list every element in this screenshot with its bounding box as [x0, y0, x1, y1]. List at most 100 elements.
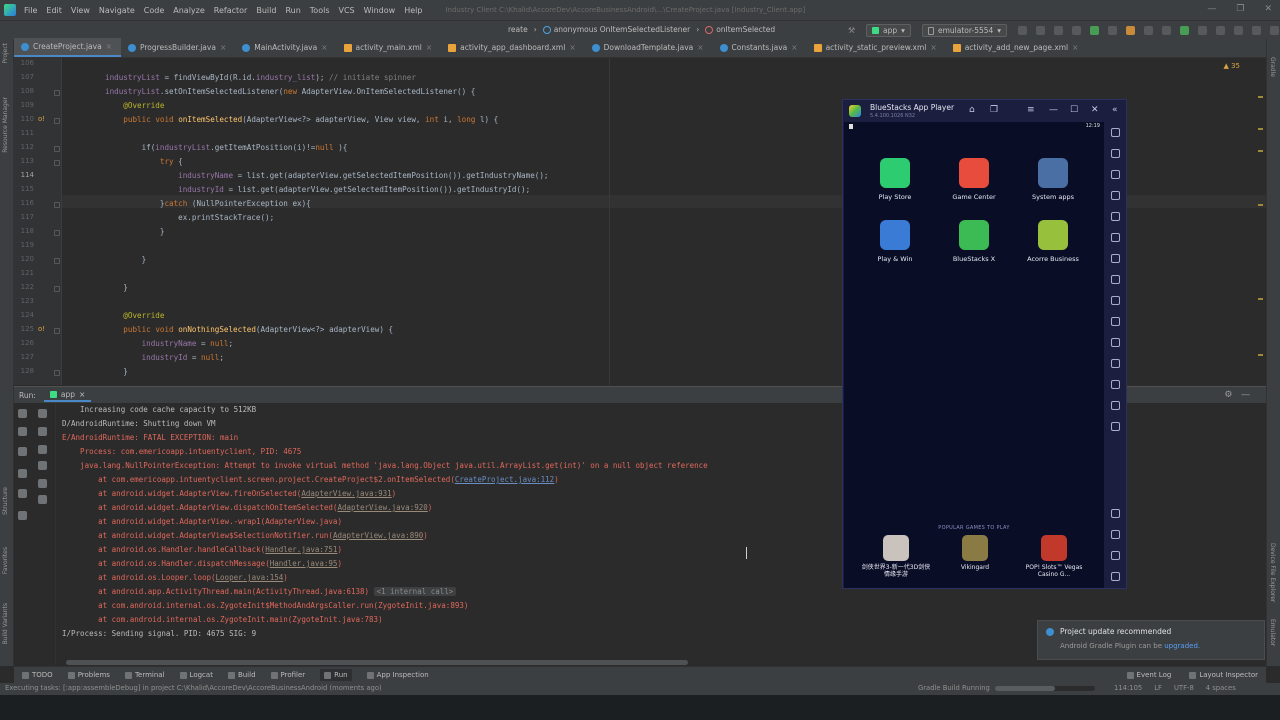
maximize-icon[interactable]: ☐	[1070, 105, 1078, 115]
menu-edit[interactable]: Edit	[46, 6, 62, 15]
run-icon[interactable]	[1018, 26, 1027, 35]
stop-icon[interactable]	[18, 447, 27, 456]
trash-icon[interactable]	[38, 495, 47, 504]
profile-icon[interactable]	[1198, 26, 1207, 35]
error-stripe-mark[interactable]	[1258, 298, 1263, 300]
eco-mode-icon[interactable]	[1111, 359, 1120, 368]
app-shortcut[interactable]: Play Store	[863, 158, 927, 201]
editor-tab[interactable]: ProgressBuilder.java ×	[121, 38, 235, 57]
sync-icon[interactable]	[1090, 26, 1099, 35]
apply-changes-icon[interactable]	[1072, 26, 1081, 35]
app-shortcut[interactable]: BlueStacks X	[942, 220, 1006, 263]
horizontal-scrollbar[interactable]	[66, 660, 688, 665]
editor-tab[interactable]: activity_main.xml ×	[337, 38, 442, 57]
layout-icon[interactable]	[18, 489, 27, 498]
fold-marker-icon[interactable]	[54, 202, 60, 208]
close-tab-icon[interactable]: ×	[697, 43, 703, 52]
location-icon[interactable]	[1111, 380, 1120, 389]
recent-apps-icon[interactable]	[1111, 572, 1120, 581]
editor-tab[interactable]: activity_app_dashboard.xml ×	[441, 38, 584, 57]
device-manager-icon[interactable]	[1216, 26, 1225, 35]
android-screen[interactable]: 12:19 Play Store Game Center System apps Pl…	[844, 122, 1104, 588]
menu-build[interactable]: Build	[256, 6, 276, 15]
tool-tab-event-log[interactable]: Event Log	[1126, 671, 1171, 679]
tool-tab-problems[interactable]: Problems	[67, 671, 110, 679]
up-arrow-icon[interactable]	[38, 409, 47, 418]
tool-tab-run[interactable]: Run	[320, 669, 352, 681]
file-encoding[interactable]: UTF-8	[1174, 684, 1194, 692]
line-separator[interactable]: LF	[1154, 684, 1162, 692]
fold-marker-icon[interactable]	[54, 90, 60, 96]
emulator-tool-tab[interactable]: Emulator	[1269, 619, 1276, 646]
internal-call-chip[interactable]: <1 internal call>	[373, 587, 457, 596]
run-app-tab[interactable]: app ×	[43, 389, 92, 402]
game-shortcut[interactable]: POP! Slots™ Vegas Casino G...	[1019, 535, 1089, 578]
error-stripe-mark[interactable]	[1258, 204, 1263, 206]
install-apk-icon[interactable]	[1111, 338, 1120, 347]
breadcrumb-class[interactable]: reate	[508, 25, 528, 34]
editor-tab[interactable]: MainActivity.java ×	[235, 38, 336, 57]
wrench-icon[interactable]	[18, 427, 27, 436]
close-tab-icon[interactable]: ×	[791, 43, 797, 52]
print-icon[interactable]	[38, 479, 47, 488]
editor-tab[interactable]: CreateProject.java ×	[14, 38, 121, 57]
minimize-panel-icon[interactable]: —	[1241, 390, 1250, 400]
error-stripe-mark[interactable]	[1258, 96, 1263, 98]
close-tab-icon[interactable]: ×	[426, 43, 432, 52]
close-tab-icon[interactable]: ×	[1072, 43, 1078, 52]
error-stripe-mark[interactable]	[1258, 128, 1263, 130]
collapse-sidebar-icon[interactable]: «	[1112, 105, 1118, 115]
menu-view[interactable]: View	[71, 6, 90, 15]
record-icon[interactable]	[1111, 212, 1120, 221]
override-marker-icon[interactable]: o!	[38, 325, 45, 333]
tool-tab-terminal[interactable]: Terminal	[124, 671, 165, 679]
run-config-select[interactable]: app ▾	[866, 24, 911, 37]
multi-instance-sync-icon[interactable]	[1111, 275, 1120, 284]
structure-tool-tab[interactable]: Structure	[2, 487, 9, 515]
error-stripe-mark[interactable]	[1258, 354, 1263, 356]
device-file-explorer-tool-tab[interactable]: Device File Explorer	[1269, 543, 1276, 602]
tool-tab-build[interactable]: Build	[227, 671, 256, 679]
upgrade-link[interactable]: upgraded.	[1164, 642, 1200, 650]
app-shortcut[interactable]: Acorre Business	[1021, 220, 1085, 263]
editor-tab[interactable]: DownloadTemplate.java ×	[585, 38, 713, 57]
project-tool-tab[interactable]: Project	[2, 43, 9, 64]
menu-analyze[interactable]: Analyze	[173, 6, 205, 15]
app-shortcut[interactable]: Game Center	[942, 158, 1006, 201]
menu-file[interactable]: File	[24, 6, 37, 15]
gamepad-icon[interactable]	[1111, 254, 1120, 263]
menu-run[interactable]: Run	[285, 6, 300, 15]
down-arrow-icon[interactable]	[38, 427, 47, 436]
game-shortcut[interactable]: 剑侠世界3-新一代3D剑侠情缘手游	[861, 535, 931, 578]
tool-tab-app-inspection[interactable]: App Inspection	[366, 671, 429, 679]
tool-tab-layout-inspector[interactable]: Layout Inspector	[1189, 671, 1258, 679]
update-notification[interactable]: Project update recommended Android Gradl…	[1037, 620, 1265, 660]
app-shortcut[interactable]: System apps	[1021, 158, 1085, 201]
status-message[interactable]: Executing tasks: [:app:assembleDebug] in…	[5, 684, 382, 692]
assistant-icon[interactable]	[1234, 26, 1243, 35]
soft-wrap-icon[interactable]	[38, 445, 47, 454]
fold-marker-icon[interactable]	[54, 328, 60, 334]
sdk-manager-icon[interactable]	[1162, 26, 1171, 35]
settings-icon[interactable]	[1111, 509, 1120, 518]
menu-tools[interactable]: Tools	[310, 6, 330, 15]
stop-icon[interactable]	[1126, 26, 1135, 35]
menu-vcs[interactable]: VCS	[339, 6, 355, 15]
fold-marker-icon[interactable]	[54, 160, 60, 166]
keyboard-icon[interactable]	[1111, 191, 1120, 200]
warning-count[interactable]: ▲ 35	[1223, 62, 1240, 70]
account-icon[interactable]	[1252, 26, 1261, 35]
close-tab-icon[interactable]: ×	[220, 43, 226, 52]
library-source-link[interactable]: Looper.java:154	[216, 573, 284, 582]
menu-refactor[interactable]: Refactor	[214, 6, 248, 15]
screenshot-icon[interactable]	[1111, 296, 1120, 305]
attach-debugger-icon[interactable]	[1108, 26, 1117, 35]
close-icon[interactable]: ×	[79, 390, 85, 399]
fold-marker-icon[interactable]	[54, 230, 60, 236]
minimize-icon[interactable]: —	[1049, 105, 1058, 115]
keymapping-icon[interactable]	[1111, 170, 1120, 179]
indent-setting[interactable]: 4 spaces	[1206, 684, 1236, 692]
menu-code[interactable]: Code	[144, 6, 164, 15]
shake-icon[interactable]	[1111, 401, 1120, 410]
source-link[interactable]: CreateProject.java:112	[455, 475, 554, 484]
